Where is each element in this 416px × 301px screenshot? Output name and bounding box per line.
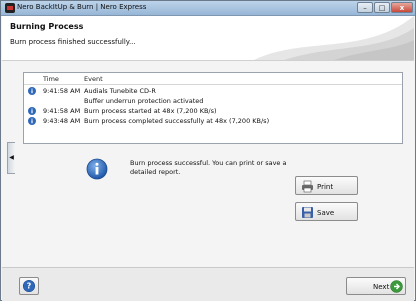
completion-message-line: detailed report. [130, 168, 181, 176]
print-button[interactable]: Print [295, 176, 358, 195]
log-event: Audials Tunebite CD-R [84, 87, 156, 95]
footer-bar: ? Next [2, 267, 414, 301]
maximize-button[interactable]: □ [374, 2, 390, 13]
page-subtitle: Burn process finished successfully... [10, 38, 136, 46]
column-header-time[interactable]: Time [43, 75, 59, 83]
arrow-right-icon [390, 280, 403, 293]
log-row: 9:41:58 AM Burn process started at 48x (… [24, 106, 402, 116]
log-time: 9:41:58 AM [43, 87, 81, 95]
window-title: Nero BackItUp & Burn | Nero Express [17, 3, 147, 11]
log-row: 9:41:58 AM Audials Tunebite CD-R [24, 86, 402, 96]
info-icon [28, 117, 36, 125]
header-swoosh-graphic [254, 16, 414, 60]
info-icon [28, 87, 36, 95]
nero-express-window: Nero BackItUp & Burn | Nero Express – □ … [0, 0, 416, 301]
log-time: 9:41:58 AM [43, 107, 81, 115]
nero-app-icon [5, 3, 15, 13]
save-button[interactable]: Save [295, 202, 358, 221]
minimize-button[interactable]: – [357, 2, 373, 13]
page-header: Burning Process Burn process finished su… [2, 16, 414, 61]
close-button[interactable]: x [391, 2, 413, 13]
svg-text:?: ? [27, 282, 32, 291]
print-button-label: Print [317, 183, 334, 191]
next-button[interactable]: Next [346, 277, 406, 295]
floppy-disk-icon [302, 207, 313, 218]
log-event: Burn process started at 48x (7,200 KB/s) [84, 107, 217, 115]
title-bar: Nero BackItUp & Burn | Nero Express – □ … [1, 1, 415, 16]
help-icon: ? [22, 279, 36, 293]
info-icon [28, 107, 36, 115]
log-time: 9:43:48 AM [43, 117, 81, 125]
page-title: Burning Process [10, 22, 84, 31]
large-info-icon [86, 158, 108, 180]
log-row: Buffer underrun protection activated [24, 96, 402, 106]
log-event: Burn process completed successfully at 4… [84, 117, 270, 125]
log-header: Time Event [24, 73, 402, 85]
save-button-label: Save [317, 209, 335, 217]
next-button-label: Next [373, 283, 390, 291]
chevron-left-icon: ◀ [9, 154, 14, 161]
event-log-list[interactable]: Time Event 9:41:58 AM Audials Tunebite C… [23, 72, 403, 144]
log-event: Buffer underrun protection activated [84, 97, 204, 105]
window-controls: – □ x [356, 2, 413, 13]
completion-message-line: Burn process successful. You can print o… [130, 159, 287, 167]
completion-message: Burn process successful. You can print o… [130, 159, 300, 177]
printer-icon [302, 180, 313, 193]
column-header-event[interactable]: Event [84, 75, 103, 83]
side-panel-toggle[interactable]: ◀ [7, 142, 15, 174]
help-button[interactable]: ? [19, 277, 39, 295]
log-row: 9:43:48 AM Burn process completed succes… [24, 116, 402, 126]
